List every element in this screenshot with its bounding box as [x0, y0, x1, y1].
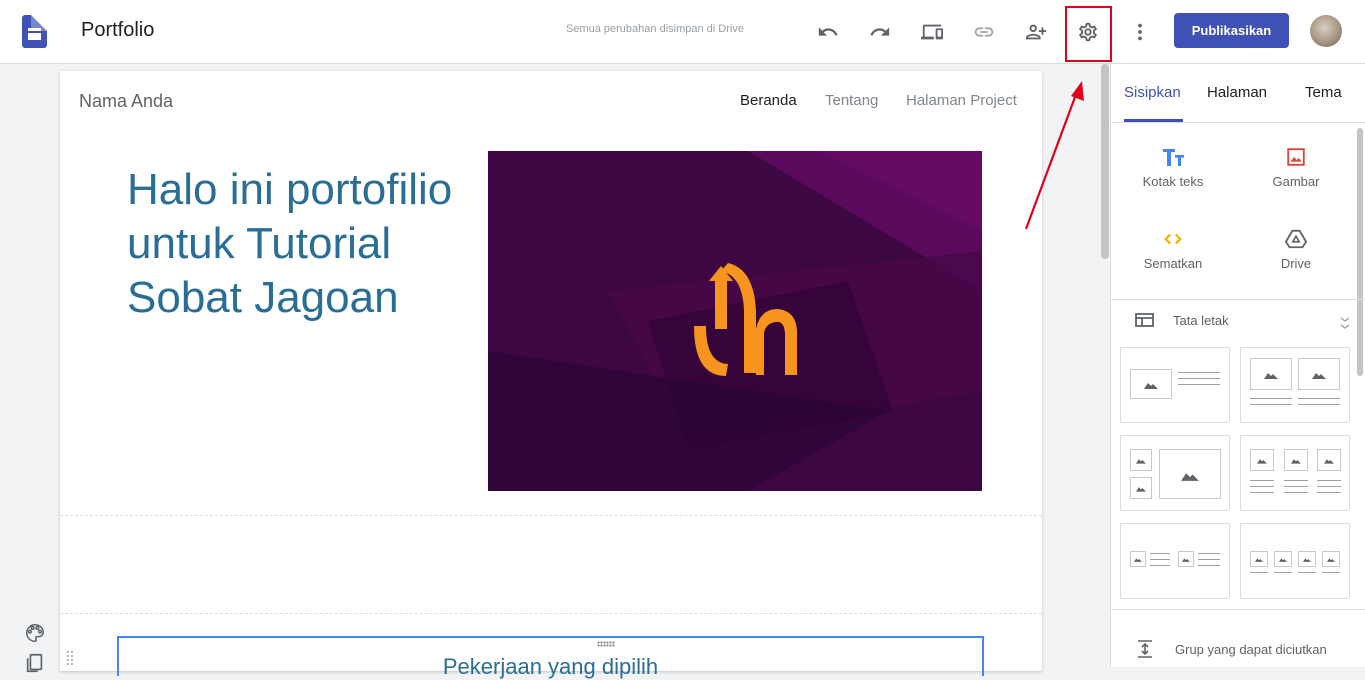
layout-option-2[interactable] [1240, 347, 1350, 423]
pages-icon[interactable] [24, 652, 46, 679]
nav-item-beranda[interactable]: Beranda [740, 92, 797, 109]
collapsible-group-label: Grup yang dapat diciutkan [1175, 641, 1327, 657]
theme-palette-icon[interactable] [24, 622, 46, 649]
preview-icon [921, 24, 943, 40]
insert-image[interactable]: Gambar [1241, 144, 1351, 189]
publish-button[interactable]: Publikasikan [1174, 13, 1289, 48]
insert-drive[interactable]: Drive [1241, 226, 1351, 271]
google-sites-logo-icon[interactable] [22, 15, 47, 48]
redo-button[interactable] [864, 16, 896, 48]
add-person-icon [1025, 24, 1047, 40]
jh-logo-image [488, 151, 982, 491]
insert-embed[interactable]: Sematkan [1118, 226, 1228, 271]
preview-button[interactable] [916, 16, 948, 48]
layout-option-1[interactable] [1120, 347, 1230, 423]
layout-option-5[interactable] [1120, 523, 1230, 599]
settings-highlight-annotation [1065, 6, 1112, 62]
layout-option-3[interactable] [1120, 435, 1230, 511]
site-title[interactable]: Portfolio [81, 19, 154, 42]
layout-section-title: Tata letak [1173, 312, 1229, 328]
embed-code-icon [1164, 233, 1182, 245]
site-name[interactable]: Nama Anda [79, 91, 173, 112]
section-divider [60, 613, 1042, 614]
collapse-icon[interactable] [1339, 316, 1351, 330]
drag-handle-icon[interactable] [597, 641, 615, 647]
nav-item-halaman-project[interactable]: Halaman Project [906, 92, 1017, 109]
layout-option-6[interactable] [1240, 523, 1350, 599]
layout-section-header[interactable]: Tata letak [1135, 312, 1229, 328]
share-button[interactable] [1020, 16, 1052, 48]
section-drag-icon[interactable] [66, 650, 74, 671]
image-icon [1287, 148, 1305, 166]
collapsible-group-icon [1138, 640, 1152, 658]
layout-icon [1135, 313, 1154, 327]
undo-icon [818, 27, 838, 36]
text-box-icon [1163, 149, 1184, 166]
layout-option-4[interactable] [1240, 435, 1350, 511]
collapsible-group-item[interactable]: Grup yang dapat diciutkan [1135, 639, 1327, 659]
more-options-button[interactable] [1124, 16, 1156, 48]
insert-text-box[interactable]: Kotak teks [1118, 144, 1228, 189]
undo-button[interactable] [812, 16, 844, 48]
site-canvas: Nama Anda Beranda Tentang Halaman Projec… [60, 71, 1042, 679]
side-panel: Sisipkan Halaman Tema Kotak teks Gambar … [1110, 64, 1365, 667]
save-status: Semua perubahan disimpan di Drive [566, 23, 744, 35]
nav-item-tentang[interactable]: Tentang [825, 92, 878, 109]
tab-sisipkan[interactable]: Sisipkan [1124, 84, 1181, 101]
drive-icon [1284, 229, 1308, 249]
top-bar: Portfolio Semua perubahan disimpan di Dr… [0, 0, 1365, 64]
section-divider [60, 515, 1042, 516]
more-vert-icon [1138, 23, 1142, 41]
hero-heading[interactable]: Halo ini portofilio untuk Tutorial Sobat… [127, 163, 457, 325]
link-button[interactable] [968, 16, 1000, 48]
arrow-annotation-icon [1024, 81, 1084, 230]
hero-image[interactable] [488, 151, 982, 491]
panel-scrollbar[interactable] [1357, 128, 1363, 376]
tab-halaman[interactable]: Halaman [1207, 84, 1267, 101]
section-title[interactable]: Pekerjaan yang dipilih [119, 654, 982, 680]
link-icon [974, 27, 994, 37]
avatar[interactable] [1310, 15, 1342, 47]
tab-tema[interactable]: Tema [1305, 84, 1342, 101]
canvas-scrollbar[interactable] [1101, 64, 1109, 259]
selected-section[interactable]: Pekerjaan yang dipilih [117, 636, 984, 679]
redo-icon [870, 27, 890, 36]
